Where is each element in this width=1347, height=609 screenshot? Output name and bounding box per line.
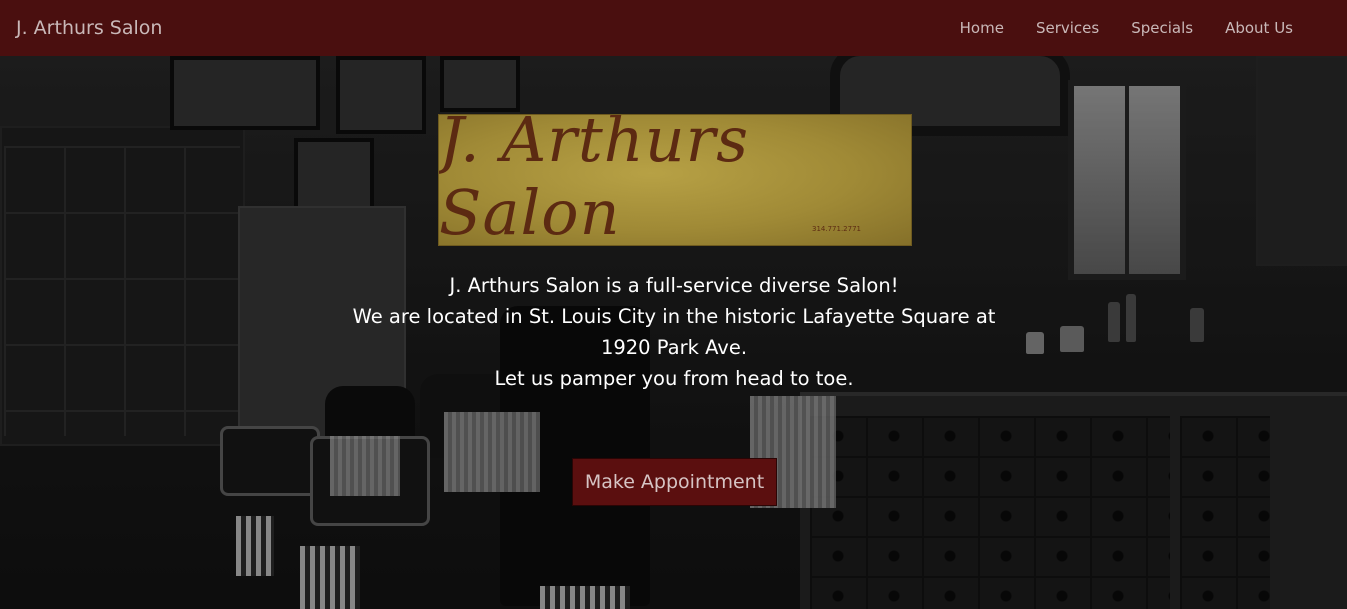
salon-logo: J. Arthurs Salon 314.771.2771 xyxy=(438,114,912,246)
nav-link-services[interactable]: Services xyxy=(1020,19,1115,37)
logo-phone: 314.771.2771 xyxy=(812,225,861,233)
hero-section: J. Arthurs Salon 314.771.2771 J. Arthurs… xyxy=(0,56,1347,609)
nav-links: Home Services Specials About Us xyxy=(944,19,1309,37)
top-navbar: J. Arthurs Salon Home Services Specials … xyxy=(0,0,1347,56)
brand-link[interactable]: J. Arthurs Salon xyxy=(16,17,162,39)
nav-link-home[interactable]: Home xyxy=(944,19,1020,37)
intro-line: J. Arthurs Salon is a full-service diver… xyxy=(449,274,899,297)
make-appointment-button[interactable]: Make Appointment xyxy=(572,458,777,506)
intro-line: Let us pamper you from head to toe. xyxy=(494,367,854,390)
intro-line: We are located in St. Louis City in the … xyxy=(352,305,996,359)
intro-text: J. Arthurs Salon is a full-service diver… xyxy=(340,270,1008,394)
nav-link-specials[interactable]: Specials xyxy=(1115,19,1209,37)
nav-link-about-us[interactable]: About Us xyxy=(1209,19,1309,37)
